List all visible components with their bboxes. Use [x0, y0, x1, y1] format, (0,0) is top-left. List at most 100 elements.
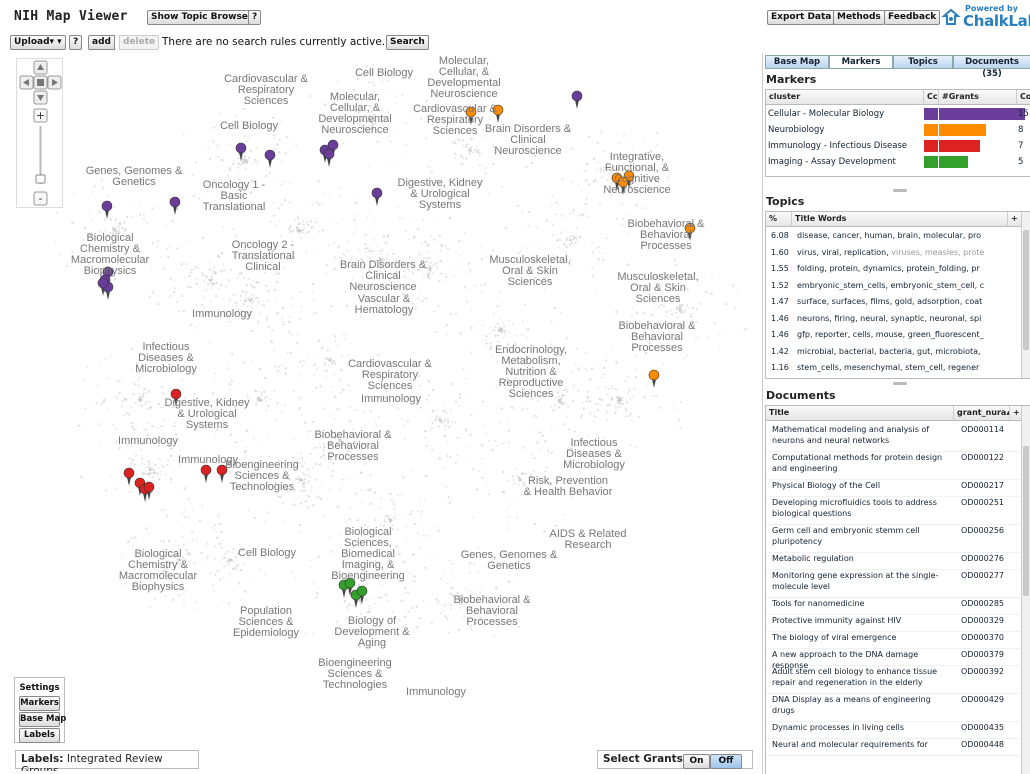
col-grants[interactable]: #Grants: [939, 90, 1017, 104]
map-region-label: Genes, Genomes & Genetics: [460, 549, 558, 572]
topic-row[interactable]: 1.46 neurons, firing, neural, synaptic, n…: [766, 311, 1022, 327]
col-title[interactable]: Title: [766, 406, 954, 420]
tab-markers[interactable]: Markers: [829, 55, 893, 69]
export-data-button[interactable]: Export Data: [767, 10, 836, 25]
document-grant-number: OD000370: [961, 633, 1004, 642]
search-button[interactable]: Search: [386, 35, 429, 50]
document-row[interactable]: Mathematical modeling and analysis of ne…: [766, 424, 1022, 452]
map-region-label: Infectious Diseases & Microbiology: [135, 341, 197, 375]
navigation-control: + -: [16, 58, 63, 208]
show-topic-browser-button[interactable]: Show Topic Browser: [147, 10, 257, 25]
document-row[interactable]: Germ cell and embryonic stemm cell pluri…: [766, 525, 1022, 553]
zoom-in-button[interactable]: +: [33, 108, 48, 123]
documents-scrollbar[interactable]: [1021, 406, 1030, 774]
topic-row[interactable]: 1.47 surface, surfaces, films, gold, adso…: [766, 294, 1022, 310]
pan-control[interactable]: [19, 60, 62, 105]
marker-pin[interactable]: [648, 369, 660, 388]
map-region-label: Cell Biology: [237, 547, 297, 559]
app-title: NIH Map Viewer: [14, 9, 128, 24]
tab-topics[interactable]: Topics: [893, 55, 953, 69]
marker-pin[interactable]: [200, 464, 212, 483]
marker-pin[interactable]: [264, 149, 276, 168]
map-region-label: Musculoskeletal, Oral & Skin Sciences: [617, 271, 699, 305]
chalklabs-logo[interactable]: Powered by ChalkLabs: [941, 4, 1030, 30]
document-row[interactable]: The biology of viral emergence OD000370: [766, 632, 1022, 649]
panel-tabs: Base Map Markers Topics Documents (35): [763, 55, 1030, 79]
topics-heading: Topics: [766, 195, 805, 208]
map-region-label: Immunology: [118, 435, 178, 447]
document-row[interactable]: Tools for nanomedicine OD000285: [766, 598, 1022, 615]
marker-pin[interactable]: [101, 200, 113, 219]
topics-splitter[interactable]: [893, 382, 907, 385]
document-title: Physical Biology of the Cell: [772, 481, 881, 490]
select-grants-off-button[interactable]: Off: [710, 754, 742, 769]
tab-documents[interactable]: Documents (35): [953, 55, 1030, 79]
col-percent[interactable]: %: [766, 212, 792, 226]
col-color[interactable]: Cc: [924, 90, 939, 104]
document-row[interactable]: Metabolic regulation OD000276: [766, 553, 1022, 570]
marker-color-swatch[interactable]: [924, 140, 938, 152]
document-row[interactable]: Adult stem cell biology to enhance tissu…: [766, 666, 1022, 694]
feedback-button[interactable]: Feedback: [884, 10, 941, 25]
document-row[interactable]: Physical Biology of the Cell OD000217: [766, 480, 1022, 497]
map-region-label: Endocrinology, Metabolism, Nutrition & Repr…: [495, 344, 567, 400]
document-row[interactable]: Protective immunity against HIV OD000329: [766, 615, 1022, 632]
document-title: DNA Display as a means of engineering dr…: [772, 695, 931, 715]
chalklabs-logo-icon: [941, 8, 961, 25]
map-region-label: Digestive, Kidney & Urological Systems: [397, 177, 483, 211]
help-button[interactable]: ?: [248, 10, 262, 25]
topic-row[interactable]: 1.60 virus, viral, replication, viruses, …: [766, 245, 1022, 261]
settings-button[interactable]: Settings: [19, 682, 60, 695]
marker-pin[interactable]: [169, 196, 181, 215]
zoom-out-button[interactable]: -: [33, 191, 48, 206]
methods-button[interactable]: Methods: [833, 10, 885, 25]
topic-row[interactable]: 1.42 microbial, bacterial, bacteria, gut,…: [766, 344, 1022, 360]
topics-add-column[interactable]: +: [1008, 212, 1022, 226]
tab-base-map[interactable]: Base Map: [765, 55, 829, 69]
delete-rule-button[interactable]: delete: [119, 35, 160, 50]
document-row[interactable]: Monitoring gene expression at the single…: [766, 570, 1022, 598]
document-row[interactable]: Dynamic processes in living cells OD00043…: [766, 722, 1022, 739]
topic-row[interactable]: 1.52 embryonic_stem_cells, embryonic_stem…: [766, 278, 1022, 294]
svg-text:+: +: [36, 109, 45, 122]
marker-pin[interactable]: [123, 467, 135, 486]
document-row[interactable]: A new approach to the DNA damage respons…: [766, 649, 1022, 670]
add-rule-button[interactable]: add: [88, 35, 115, 50]
topic-row[interactable]: 1.46 gfp, reporter, cells, mouse, green_f…: [766, 327, 1022, 343]
markers-button[interactable]: Markers: [19, 696, 60, 711]
marker-grants-bar: [939, 156, 968, 168]
upload-dropdown[interactable]: Upload▾ ▾: [10, 35, 66, 50]
base-map-button[interactable]: Base Map: [19, 712, 66, 727]
map-region-label: Brain Disorders & Clinical Neuroscience: [339, 259, 427, 293]
topic-row[interactable]: 1.55 folding, protein, dynamics, protein_…: [766, 261, 1022, 277]
document-row[interactable]: Developing microfluidics tools to addres…: [766, 497, 1022, 525]
map-region-label: Biological Chemistry & Macromolecular Bioph…: [70, 232, 150, 277]
zoom-slider[interactable]: [35, 126, 46, 184]
topic-percent: 1.46: [771, 313, 789, 323]
topic-percent: 1.16: [771, 363, 789, 372]
topic-row[interactable]: 1.16 stem_cells, mesenchymal, stem_cell, …: [766, 360, 1022, 376]
col-count[interactable]: Cou: [1017, 90, 1030, 104]
marker-color-swatch[interactable]: [924, 108, 938, 120]
select-grants-on-button[interactable]: On: [683, 754, 710, 769]
document-row[interactable]: DNA Display as a means of engineering dr…: [766, 694, 1022, 722]
map-canvas[interactable]: Cardiovascular & Respiratory Sciences Cell …: [7, 53, 757, 771]
logo-name-text: ChalkLabs: [963, 12, 1030, 30]
marker-color-swatch[interactable]: [924, 124, 938, 136]
topic-row[interactable]: 6.08 disease, cancer, human, brain, molec…: [766, 228, 1022, 244]
markers-splitter[interactable]: [893, 189, 907, 192]
topic-percent: 1.52: [771, 280, 789, 290]
labels-button[interactable]: Labels: [19, 728, 60, 743]
document-row[interactable]: Neural and molecular requirements for OD0…: [766, 739, 1022, 756]
topics-scrollbar[interactable]: [1021, 212, 1030, 378]
col-grant-number[interactable]: grant_nura▴: [954, 406, 1010, 420]
col-cluster[interactable]: cluster: [766, 90, 924, 104]
marker-pin[interactable]: [371, 187, 383, 206]
search-help-button[interactable]: ?: [69, 35, 83, 50]
marker-color-swatch[interactable]: [924, 156, 938, 168]
marker-pin[interactable]: [571, 90, 583, 109]
map-region-label: Biobehavioral & Behavioral Processes: [627, 218, 705, 252]
map-region-label: Biobehavioral & Behavioral Processes: [453, 594, 531, 628]
col-title-words[interactable]: Title Words: [792, 212, 1008, 226]
document-row[interactable]: Computational methods for protein design…: [766, 452, 1022, 480]
